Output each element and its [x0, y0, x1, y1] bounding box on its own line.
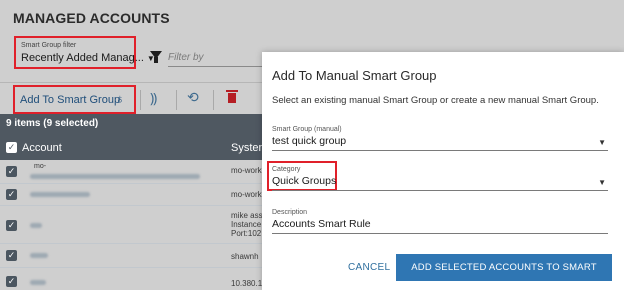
description-value: Accounts Smart Rule	[272, 218, 371, 230]
system-name: mo-work	[231, 166, 262, 175]
selection-count: 9 items (9 selected)	[6, 118, 99, 129]
unlink-icon[interactable]: ⸩	[150, 89, 157, 108]
delete-icon[interactable]	[226, 90, 238, 104]
refresh-icon[interactable]: ⟲	[187, 89, 199, 106]
chevron-down-icon: ▼	[598, 138, 606, 147]
smart-group-select[interactable]: Smart Group (manual) test quick group ▼	[272, 126, 608, 151]
toolbar-separator	[140, 90, 141, 110]
table-row[interactable]: ✓ mo- mo-work	[0, 160, 262, 184]
description-label: Description	[272, 209, 308, 216]
table-row[interactable]: ✓ mo-work	[0, 184, 262, 206]
system-name: mike ass Instance Port:102	[231, 211, 263, 238]
redacted-account	[30, 174, 200, 179]
add-selected-accounts-button[interactable]: ADD SELECTED ACCOUNTS TO SMART GROUP	[396, 254, 612, 290]
row-checkbox[interactable]: ✓	[6, 220, 17, 231]
chevron-down-icon: ▼	[598, 178, 606, 187]
system-name: 10.380.1	[231, 279, 263, 288]
add-to-smart-group-label: Add To Smart Group	[20, 94, 121, 106]
smart-group-label: Smart Group (manual)	[272, 126, 342, 133]
managed-accounts-page: MANAGED ACCOUNTS Smart Group filter Rece…	[0, 0, 624, 290]
dialog-title: Add To Manual Smart Group	[272, 68, 437, 83]
system-name: shawnh	[231, 252, 259, 261]
smart-group-underline	[272, 150, 608, 151]
table-row[interactable]: ✓ mike ass Instance Port:102	[0, 206, 263, 244]
category-select[interactable]: Category Quick Groups ▼	[272, 166, 608, 191]
add-to-smart-group-button[interactable]: Add To Smart Group ♁	[13, 85, 136, 114]
smart-group-filter-value[interactable]: Recently Added Manag... ▼	[21, 52, 155, 64]
table-row[interactable]: ✓ 10.380.1	[0, 268, 262, 290]
description-field[interactable]: Description Accounts Smart Rule	[272, 209, 608, 234]
redacted-account	[30, 253, 48, 258]
row-checkbox[interactable]: ✓	[6, 276, 17, 287]
smart-group-filter-label: Smart Group filter	[21, 42, 77, 49]
redacted-account	[30, 280, 46, 285]
redacted-account	[30, 223, 42, 228]
smart-group-filter[interactable]: Smart Group filter Recently Added Manag.…	[14, 36, 155, 69]
row-checkbox[interactable]: ✓	[6, 250, 17, 261]
smart-group-filter-text: Recently Added Manag...	[21, 52, 144, 64]
filter-icon-stem	[154, 57, 158, 63]
account-name: mo-	[34, 163, 47, 170]
system-name: mo-work	[231, 190, 262, 199]
toolbar-separator	[213, 90, 214, 110]
row-checkbox[interactable]: ✓	[6, 189, 17, 200]
description-underline	[272, 233, 608, 234]
column-header-account[interactable]: Account	[22, 142, 62, 154]
table-row[interactable]: ✓ shawnh	[0, 244, 262, 268]
add-to-manual-smart-group-dialog: Add To Manual Smart Group Select an exis…	[262, 52, 624, 290]
category-label: Category	[272, 166, 301, 173]
add-group-icon: ♁	[115, 91, 125, 106]
page-title: MANAGED ACCOUNTS	[13, 10, 170, 26]
toolbar-separator	[176, 90, 177, 110]
dialog-description: Select an existing manual Smart Group or…	[272, 95, 599, 106]
category-underline	[272, 190, 608, 191]
cancel-button[interactable]: CANCEL	[348, 262, 390, 273]
row-checkbox[interactable]: ✓	[6, 166, 17, 177]
select-all-checkbox[interactable]: ✓	[6, 142, 17, 153]
smart-group-value: test quick group	[272, 135, 347, 147]
redacted-account	[30, 192, 90, 197]
category-value: Quick Groups	[272, 175, 337, 187]
